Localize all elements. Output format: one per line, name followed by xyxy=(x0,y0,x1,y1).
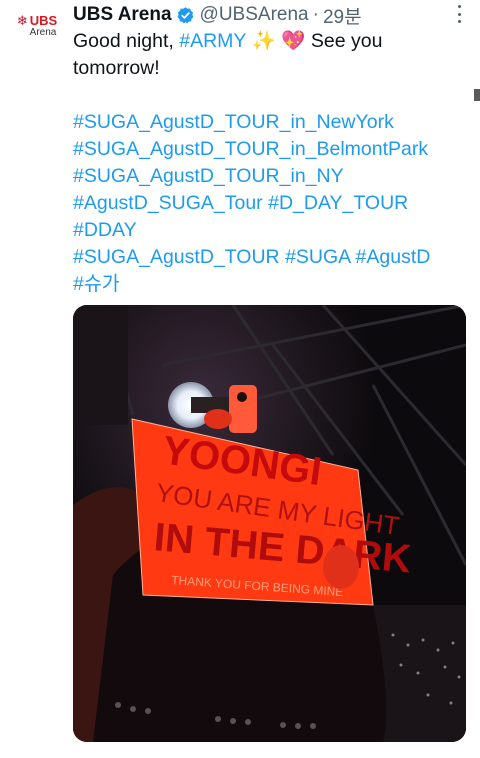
hashtag-link[interactable]: #AgustD xyxy=(356,246,431,268)
hashtag-link[interactable]: #SUGA_AgustD_TOUR_in_NY xyxy=(73,165,344,187)
hashtag-link[interactable]: #ARMY xyxy=(179,30,246,52)
hashtag-link[interactable]: #SUGA_AgustD_TOUR_in_BelmontPark xyxy=(73,138,428,160)
ubs-keys-icon: ❄ xyxy=(16,13,28,28)
tweet-text-part: See you xyxy=(305,30,383,52)
tweet[interactable]: ❄ UBS Arena UBS Arena @UBSArena · 29분 Go… xyxy=(0,0,480,758)
display-name[interactable]: UBS Arena xyxy=(73,4,172,26)
tweet-header: UBS Arena @UBSArena · 29분 xyxy=(73,2,362,29)
hashtag-line: #SUGA_AgustD_TOUR #SUGA #AgustD xyxy=(73,244,468,271)
hashtag-link[interactable]: #SUGA_AgustD_TOUR_in_NewYork xyxy=(73,111,394,133)
scrollbar-thumb[interactable] xyxy=(474,89,480,101)
separator-dot: · xyxy=(312,4,319,25)
hashtag-block: #SUGA_AgustD_TOUR_in_NewYork #SUGA_AgustD… xyxy=(73,109,468,298)
hashtag-link[interactable]: #AgustD_SUGA_Tour xyxy=(73,192,263,214)
timestamp[interactable]: 29분 xyxy=(323,2,362,29)
tweet-line-2: tomorrow! xyxy=(73,57,160,79)
hand xyxy=(323,545,359,589)
ubs-logo: ❄ UBS xyxy=(17,14,57,27)
avatar[interactable]: ❄ UBS Arena xyxy=(14,14,60,46)
tweet-line-1: Good night, #ARMY ✨ 💖 See you xyxy=(73,28,468,55)
avatar-brand-text: UBS xyxy=(29,13,58,28)
tweet-text-part: Good night, xyxy=(73,30,180,52)
hashtag-link[interactable]: #D_DAY_TOUR xyxy=(268,192,408,214)
avatar-sub-text: Arena xyxy=(29,27,57,38)
concert-photo: YOONGI YOU ARE MY LIGHT IN THE DARK THAN… xyxy=(73,305,466,742)
hashtag-line: #DDAY xyxy=(73,217,468,244)
hashtag-link[interactable]: #슈가 xyxy=(73,273,120,295)
emoji-sparkles-heart: ✨ 💖 xyxy=(246,30,306,52)
handle[interactable]: @UBSArena xyxy=(200,4,309,26)
hashtag-line: #AgustD_SUGA_Tour #D_DAY_TOUR xyxy=(73,190,468,217)
more-options-icon[interactable] xyxy=(456,5,462,23)
tweet-text: Good night, #ARMY ✨ 💖 See you tomorrow! … xyxy=(73,28,468,298)
hashtag-line: #슈가 xyxy=(73,271,468,298)
verified-badge-icon[interactable] xyxy=(176,6,195,25)
hashtag-link[interactable]: #SUGA_AgustD_TOUR xyxy=(73,246,280,268)
tweet-photo[interactable]: YOONGI YOU ARE MY LIGHT IN THE DARK THAN… xyxy=(73,305,466,742)
hashtag-link[interactable]: #DDAY xyxy=(73,219,137,241)
hashtag-link[interactable]: #SUGA xyxy=(285,246,350,268)
hashtag-line: #SUGA_AgustD_TOUR_in_BelmontPark xyxy=(73,136,468,163)
hashtag-line: #SUGA_AgustD_TOUR_in_NewYork xyxy=(73,109,468,136)
hand xyxy=(204,409,232,429)
hashtag-line: #SUGA_AgustD_TOUR_in_NY xyxy=(73,163,468,190)
